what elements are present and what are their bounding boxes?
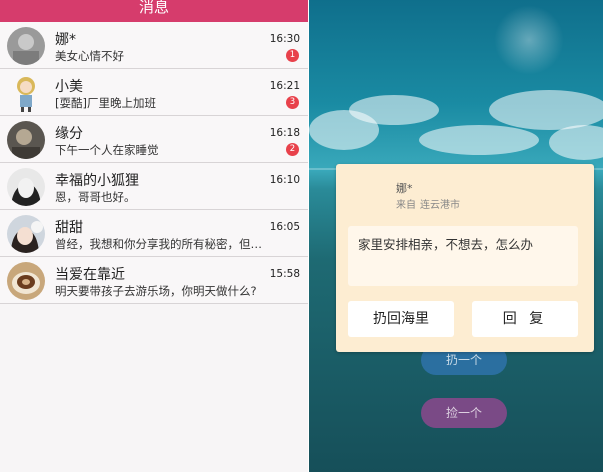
message-row[interactable]: 娜* 美女心情不好 16:30 1 [0,22,308,69]
message-time: 16:10 [269,174,300,186]
bottle-message-text: 家里安排相亲，不想去，怎么办 [348,226,578,286]
reply-button[interactable]: 回 复 [472,301,578,337]
contact-name: 幸福的小狐狸 [55,173,139,189]
throw-back-button[interactable]: 扔回海里 [348,301,454,337]
from-label: 来自 [396,200,416,211]
sender-location: 来自 连云港市 [396,196,460,211]
contact-name: 当爱在靠近 [55,267,125,283]
avatar [7,27,45,65]
message-time: 16:05 [269,221,300,233]
avatar [7,262,45,300]
message-row[interactable]: 小美 [耍酷]厂里晚上加班 16:21 3 [0,69,308,116]
contact-name: 小美 [55,79,83,95]
message-list-panel: 消息 娜* 美女心情不好 16:30 1 小美 [耍酷]厂里晚上加班 16:21… [0,0,308,472]
message-row[interactable]: 甜甜 曾经，我想和你分享我的所有秘密，但… 16:05 [0,210,308,257]
message-preview: [耍酷]厂里晚上加班 [55,96,156,110]
from-place: 连云港市 [420,200,460,211]
avatar [7,215,45,253]
contact-name: 娜* [55,32,76,48]
page-title: 消息 [0,0,308,22]
avatar [7,121,45,159]
avatar [7,168,45,206]
bottle-message-dialog: 娜* 来自 连云港市 家里安排相亲，不想去，怎么办 扔回海里 回 复 [336,164,594,352]
message-preview: 美女心情不好 [55,49,124,63]
message-preview: 明天要带孩子去游乐场，你明天做什么? [55,284,257,298]
message-time: 16:30 [269,33,300,45]
pick-bottle-button[interactable]: 捡一个 [421,398,507,428]
cloud [419,125,539,155]
cloud [489,90,603,130]
cloud [309,110,379,150]
message-row[interactable]: 当爱在靠近 明天要带孩子去游乐场，你明天做什么? 15:58 [0,257,308,304]
message-row[interactable]: 幸福的小狐狸 恩，哥哥也好。 16:10 [0,163,308,210]
unread-badge: 2 [286,143,299,156]
unread-badge: 3 [286,96,299,109]
cloud [549,125,603,160]
message-time: 16:21 [269,80,300,92]
contact-name: 缘分 [55,126,83,142]
sun-glow [494,5,564,75]
message-time: 16:18 [269,127,300,139]
unread-badge: 1 [286,49,299,62]
avatar [7,74,45,112]
contact-name: 甜甜 [55,220,83,236]
sender-name: 娜* [396,182,413,195]
message-time: 15:58 [269,268,300,280]
message-preview: 恩，哥哥也好。 [55,190,136,204]
message-row[interactable]: 缘分 下午一个人在家睡觉 16:18 2 [0,116,308,163]
message-preview: 曾经，我想和你分享我的所有秘密，但… [55,237,262,251]
message-preview: 下午一个人在家睡觉 [55,143,159,157]
